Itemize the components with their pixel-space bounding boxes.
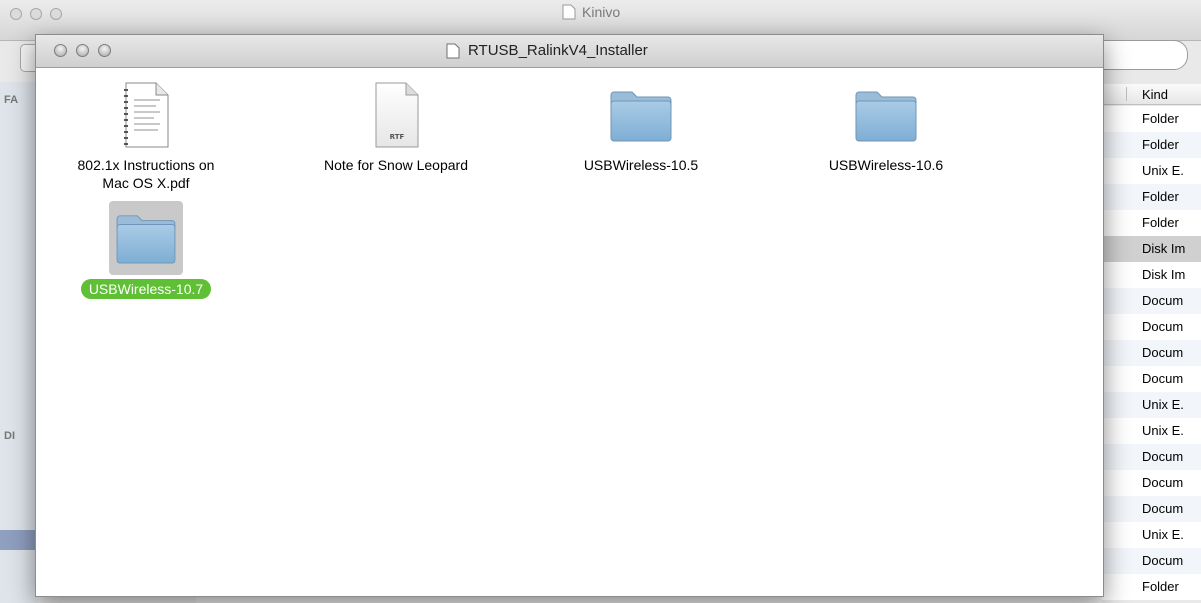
kind-column-header[interactable]: Kind bbox=[1142, 87, 1168, 102]
sidebar-section-favorites: FA bbox=[4, 94, 19, 106]
selected-folder-label[interactable]: USBWireless-10.7 bbox=[80, 279, 212, 299]
bg-sidebar: FA DI bbox=[0, 82, 38, 603]
icon-view: 802.1x Instructions on Mac OS X.pdf RTF bbox=[36, 68, 1103, 596]
kind-cell[interactable]: Folder bbox=[1102, 132, 1201, 158]
bg-search-field[interactable] bbox=[1090, 40, 1188, 70]
kind-cell[interactable]: Folder bbox=[1102, 184, 1201, 210]
background-window-controls bbox=[10, 8, 62, 20]
folder-item-10-7-selected[interactable]: USBWireless-10.7 bbox=[36, 201, 256, 299]
sidebar-section-devices: DI bbox=[4, 430, 15, 442]
document-icon bbox=[562, 4, 576, 20]
window-title-text: RTUSB_RalinkV4_Installer bbox=[468, 42, 648, 59]
close-button[interactable] bbox=[54, 44, 67, 57]
file-label: Note for Snow Leopard bbox=[324, 157, 468, 173]
bg-kind-column: Folder Folder Unix E. Folder Folder Disk Im Di… bbox=[1102, 106, 1201, 600]
file-item-pdf[interactable]: 802.1x Instructions on Mac OS X.pdf bbox=[36, 78, 256, 192]
folder-icon bbox=[610, 91, 672, 142]
bg-list-header: Kind bbox=[1102, 84, 1201, 105]
kind-cell[interactable]: Disk Im bbox=[1102, 236, 1201, 262]
kind-cell[interactable]: Unix E. bbox=[1102, 418, 1201, 444]
folder-icon bbox=[855, 91, 917, 142]
kind-cell[interactable]: Docum bbox=[1102, 496, 1201, 522]
pdf-document-icon bbox=[124, 82, 169, 148]
bg-minimize-button[interactable] bbox=[30, 8, 42, 20]
folder-icon bbox=[116, 215, 176, 264]
kind-cell[interactable]: Docum bbox=[1102, 548, 1201, 574]
kind-cell[interactable]: Folder bbox=[1102, 574, 1201, 600]
kind-cell[interactable]: Docum bbox=[1102, 314, 1201, 340]
minimize-button[interactable] bbox=[76, 44, 89, 57]
kind-cell[interactable]: Unix E. bbox=[1102, 522, 1201, 548]
kind-cell[interactable]: Disk Im bbox=[1102, 262, 1201, 288]
document-icon bbox=[446, 43, 460, 58]
bg-zoom-button[interactable] bbox=[50, 8, 62, 20]
folder-label: USBWireless-10.6 bbox=[828, 157, 944, 173]
kind-cell[interactable]: Unix E. bbox=[1102, 392, 1201, 418]
window-titlebar[interactable]: RTUSB_RalinkV4_Installer bbox=[36, 35, 1103, 68]
bg-sidebar-selected-item[interactable] bbox=[0, 530, 38, 550]
background-title-text: Kinivo bbox=[582, 4, 621, 20]
folder-label: USBWireless-10.5 bbox=[583, 157, 699, 173]
file-item-rtf[interactable]: RTF Note for Snow Leopard bbox=[286, 78, 506, 174]
finder-window: RTUSB_RalinkV4_Installer 802.1x Instruct… bbox=[35, 34, 1104, 597]
kind-cell[interactable]: Docum bbox=[1102, 366, 1201, 392]
folder-item-10-6[interactable]: USBWireless-10.6 bbox=[776, 78, 996, 174]
kind-cell[interactable]: Folder bbox=[1102, 210, 1201, 236]
window-title: RTUSB_RalinkV4_Installer bbox=[446, 42, 648, 59]
rtf-document-icon: RTF bbox=[375, 82, 419, 148]
kind-cell[interactable]: Docum bbox=[1102, 340, 1201, 366]
background-window-title: Kinivo bbox=[562, 4, 620, 20]
kind-cell[interactable]: Folder bbox=[1102, 106, 1201, 132]
kind-cell[interactable]: Docum bbox=[1102, 444, 1201, 470]
column-separator[interactable] bbox=[1126, 87, 1127, 101]
selection-highlight bbox=[109, 201, 183, 275]
kind-cell[interactable]: Docum bbox=[1102, 470, 1201, 496]
svg-text:RTF: RTF bbox=[390, 133, 405, 141]
zoom-button[interactable] bbox=[98, 44, 111, 57]
kind-cell[interactable]: Docum bbox=[1102, 288, 1201, 314]
folder-item-10-5[interactable]: USBWireless-10.5 bbox=[531, 78, 751, 174]
window-controls bbox=[54, 44, 111, 57]
file-label: 802.1x Instructions on Mac OS X.pdf bbox=[77, 157, 215, 191]
kind-cell[interactable]: Unix E. bbox=[1102, 158, 1201, 184]
bg-close-button[interactable] bbox=[10, 8, 22, 20]
